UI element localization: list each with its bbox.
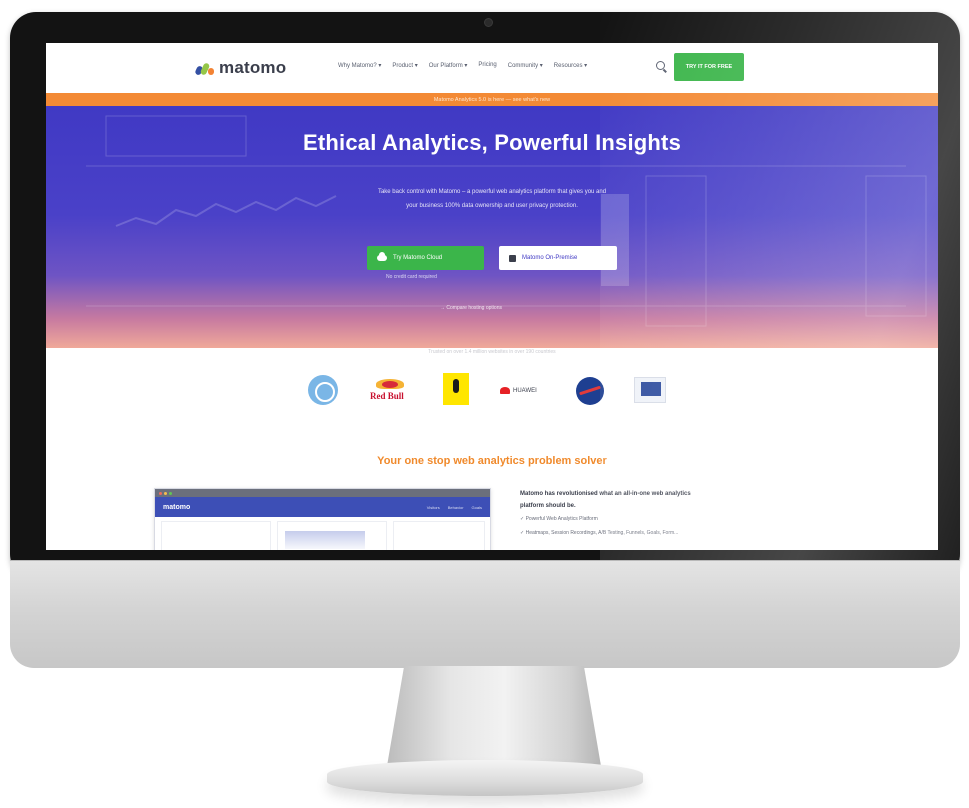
features-intro-line-2: platform should be. xyxy=(520,503,576,509)
features-intro: Matomo has revolutionised what an all-in… xyxy=(520,488,770,512)
nav-item-product[interactable]: Product ▾ xyxy=(392,62,417,69)
nav-item-pricing[interactable]: Pricing xyxy=(478,62,496,69)
preview-window-chrome xyxy=(155,489,490,497)
no-credit-card-note: No credit card required xyxy=(386,274,437,280)
nav-item-platform[interactable]: Our Platform ▾ xyxy=(429,62,468,69)
main-nav: Why Matomo? ▾ Product ▾ Our Platform ▾ P… xyxy=(338,62,587,69)
nav-item-community[interactable]: Community ▾ xyxy=(508,62,543,69)
preview-widget xyxy=(161,521,271,550)
try-cloud-label: Try Matomo Cloud xyxy=(393,255,443,261)
preview-menu-item: Visitors xyxy=(426,504,440,510)
nav-item-why-matomo[interactable]: Why Matomo? ▾ xyxy=(338,62,381,69)
window-minimize-dot xyxy=(164,491,167,495)
preview-widget xyxy=(393,521,485,550)
try-free-button[interactable]: TRY IT FOR FREE xyxy=(674,53,744,81)
nasa-logo xyxy=(576,377,604,405)
window-maximize-dot xyxy=(169,491,172,495)
dashboard-preview-image: matomo Visitors Behavior Goals xyxy=(154,488,491,550)
preview-brand: matomo xyxy=(163,503,191,511)
features-panel: Matomo has revolutionised what an all-in… xyxy=(520,488,770,540)
redbull-logo: Red Bull xyxy=(370,379,410,405)
hero-subtitle-line-1: Take back control with Matomo – a powerf… xyxy=(377,189,607,195)
matomo-logo-icon xyxy=(194,61,214,76)
feature-item: ✓ Powerful Web Analytics Platform xyxy=(520,516,598,522)
preview-body xyxy=(155,517,490,550)
huawei-petal-icon xyxy=(500,387,510,394)
camera-icon xyxy=(484,18,493,27)
hero-subtitle-line-2: your business 100% data ownership and us… xyxy=(406,203,578,209)
nav-item-resources[interactable]: Resources ▾ xyxy=(554,62,587,69)
preview-menu-item: Goals xyxy=(471,504,482,510)
site-logo[interactable]: matomo xyxy=(194,58,287,78)
redbull-wordmark: Red Bull xyxy=(370,391,404,401)
huawei-wordmark: HUAWEI xyxy=(513,387,537,394)
section-title: Your one stop web analytics problem solv… xyxy=(377,455,607,467)
compare-hosting-link[interactable]: → Compare hosting options xyxy=(440,305,502,311)
united-nations-logo xyxy=(308,375,338,405)
browser-screen: matomo Why Matomo? ▾ Product ▾ Our Platf… xyxy=(46,43,938,550)
try-cloud-button[interactable]: Try Matomo Cloud xyxy=(367,246,484,270)
monitor-stand-neck xyxy=(387,666,601,766)
european-commission-logo xyxy=(634,377,666,403)
preview-menu: Visitors Behavior Goals xyxy=(427,505,482,510)
feature-item: ✓ Heatmaps, Session Recordings, A/B Test… xyxy=(520,530,679,536)
hero-title: Ethical Analytics, Powerful Insights xyxy=(302,130,682,155)
hero-section: Ethical Analytics, Powerful Insights Tak… xyxy=(46,106,938,348)
monitor-chin xyxy=(10,560,960,668)
site-header: matomo Why Matomo? ▾ Product ▾ Our Platf… xyxy=(46,43,938,93)
preview-menu-item: Behavior xyxy=(447,504,464,510)
on-premise-button[interactable]: Matomo On-Premise xyxy=(499,246,617,270)
announcement-text: Matomo Analytics 5.0 is here — see what'… xyxy=(433,96,551,103)
huawei-logo: HUAWEI xyxy=(500,387,537,394)
hero-subtitle: Take back control with Matomo – a powerf… xyxy=(302,185,682,213)
on-premise-label: Matomo On-Premise xyxy=(522,255,578,261)
redbull-bulls-icon xyxy=(376,379,404,389)
preview-chart xyxy=(285,531,365,549)
cloud-icon xyxy=(377,252,387,261)
window-close-dot xyxy=(159,491,162,495)
search-icon[interactable] xyxy=(656,61,665,70)
features-intro-line-1: Matomo has revolutionised what an all-in… xyxy=(520,491,691,497)
monitor-stand-base xyxy=(327,760,643,796)
announcement-bar[interactable]: Matomo Analytics 5.0 is here — see what'… xyxy=(46,93,938,106)
preview-topbar: matomo Visitors Behavior Goals xyxy=(155,497,490,517)
amnesty-logo xyxy=(443,373,469,405)
server-icon xyxy=(509,254,516,262)
logo-text: matomo xyxy=(219,58,287,77)
trusted-by-text: Trusted on over 1.4 million websites in … xyxy=(428,349,556,355)
